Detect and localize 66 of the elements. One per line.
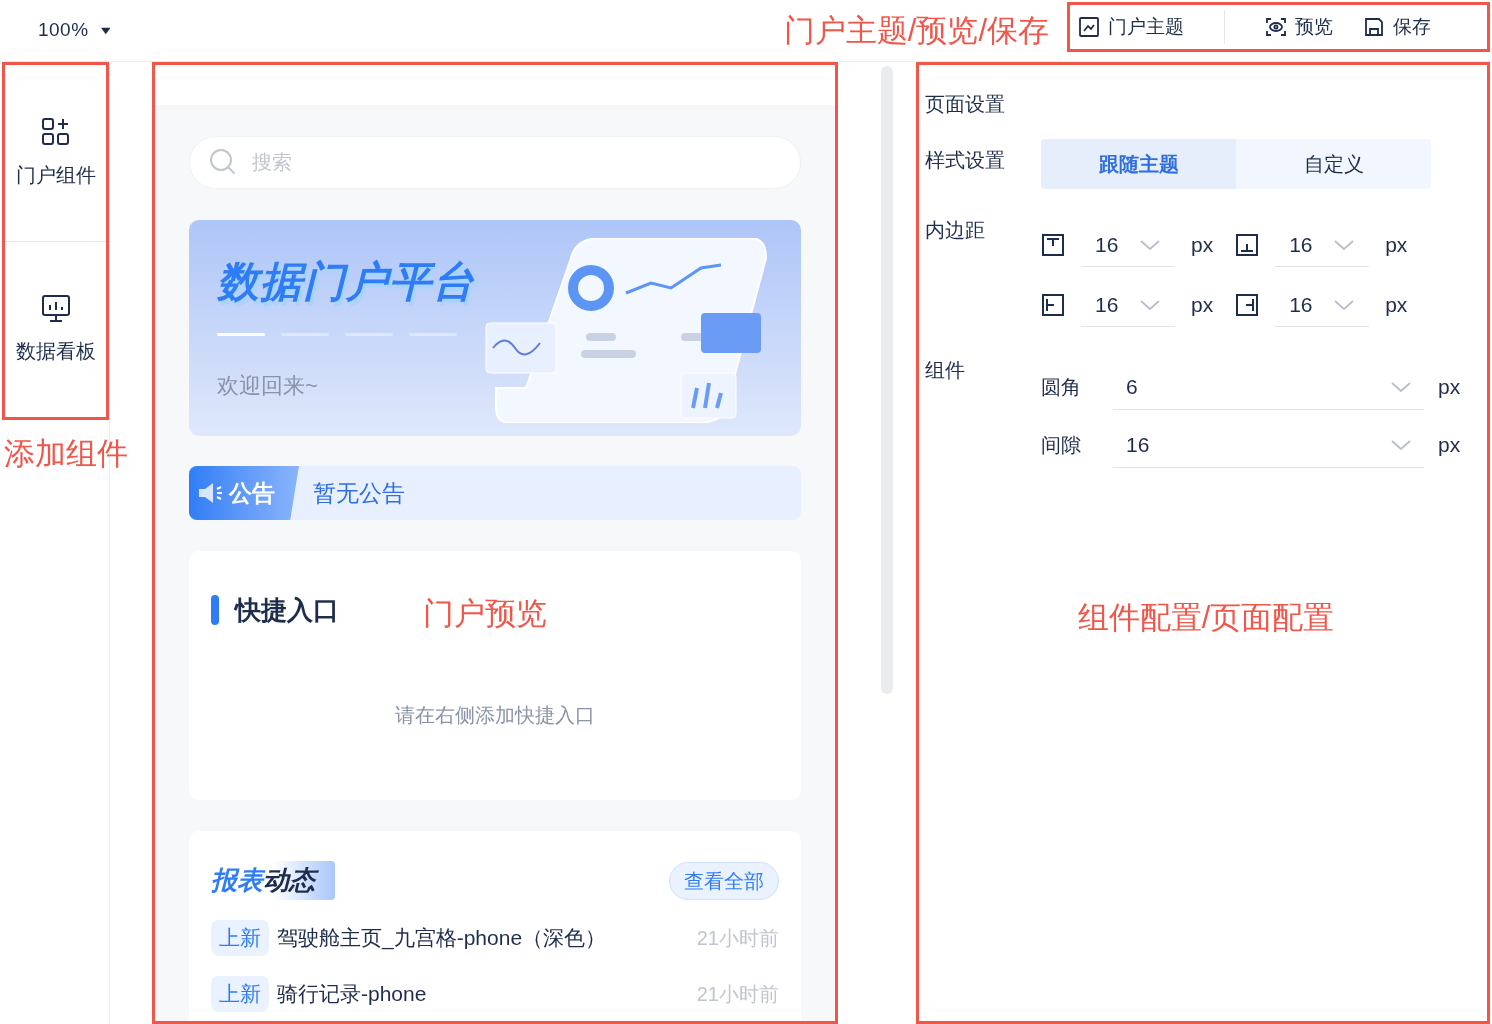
chevron-down-icon (1333, 238, 1356, 251)
zoom-level[interactable]: 100% (38, 16, 89, 45)
bar-chart-icon (39, 292, 72, 325)
caret-down-icon[interactable] (100, 26, 110, 35)
number-select[interactable]: 6 (1113, 364, 1424, 410)
new-tag: 上新 (211, 920, 269, 956)
unit-label: px (1385, 232, 1408, 259)
chevron-down-icon (1333, 298, 1356, 311)
chevron-down-icon (1139, 238, 1161, 251)
field-label: 圆角 (1041, 375, 1082, 400)
number-select[interactable]: 16 (1113, 422, 1424, 468)
banner-subtitle: 欢迎回来~ (217, 372, 319, 400)
speaker-icon (197, 481, 225, 505)
number-select[interactable]: 16 (1275, 223, 1370, 267)
field-label: 内边距 (925, 218, 986, 243)
field-label: 样式设置 (925, 148, 1006, 173)
chevron-down-icon (1390, 380, 1412, 393)
section-title: 快捷入口 (235, 593, 339, 627)
padding-side-icon (1235, 233, 1260, 257)
number-select[interactable]: 16 (1081, 283, 1175, 327)
annotation-label: 组件配置/页面配置 (1077, 599, 1335, 637)
title-accent-bar (211, 595, 219, 626)
annotation-label: 门户主题/预览/保存 (783, 12, 1049, 50)
empty-message: 请在右侧添加快捷入口 (395, 702, 595, 728)
search-field[interactable]: 搜索 (189, 136, 801, 189)
field-label: 间隙 (1041, 433, 1082, 458)
unit-label: px (1438, 432, 1461, 459)
padding-side-icon (1235, 293, 1260, 317)
grid-plus-icon (39, 115, 72, 148)
field-label: 组件 (925, 358, 966, 383)
report-name: 驾驶舱主页_九宫格-phone（深色） (277, 925, 608, 952)
chevron-down-icon (1390, 438, 1412, 451)
picture-frame-icon (1078, 16, 1100, 38)
sidebar-item[interactable]: 数据看板 (5, 241, 106, 417)
unit-label: px (1191, 292, 1214, 319)
eye-icon (1265, 16, 1287, 38)
unit-label: px (1438, 374, 1461, 401)
report-time: 21小时前 (696, 926, 779, 951)
report-name: 骑行记录-phone (277, 981, 428, 1008)
padding-side-icon (1041, 293, 1065, 317)
report-list-item[interactable]: 上新 骑行记录-phone 21小时前 (211, 976, 779, 1012)
new-tag: 上新 (211, 976, 269, 1012)
chevron-down-icon (1139, 298, 1161, 311)
toolbar-button[interactable]: 预览 (1265, 12, 1333, 42)
panel-title: 页面设置 (925, 92, 1006, 117)
segment-option[interactable]: 自定义 (1236, 139, 1431, 189)
report-list-item[interactable]: 上新 驾驶舱主页_九宫格-phone（深色） 21小时前 (211, 920, 779, 956)
toolbar-button[interactable]: 门户主题 (1078, 12, 1184, 42)
number-select[interactable]: 16 (1081, 223, 1175, 267)
toolbar-button[interactable]: 保存 (1363, 12, 1431, 42)
unit-label: px (1385, 292, 1408, 319)
annotation-label: 门户预览 (423, 595, 547, 633)
carousel-indicator[interactable] (217, 333, 265, 336)
notice-label: 公告 (189, 466, 299, 520)
annotation-label: 添加组件 (4, 435, 128, 473)
unit-label: px (1191, 232, 1214, 259)
report-time: 21小时前 (696, 982, 779, 1007)
notice-text: 暂无公告 (313, 478, 405, 508)
segment-option[interactable]: 跟随主题 (1041, 139, 1236, 189)
padding-side-icon (1041, 233, 1065, 257)
number-select[interactable]: 16 (1275, 283, 1370, 327)
section-title: 报表动态 (211, 861, 335, 900)
search-icon (209, 148, 237, 176)
banner-title: 数据门户平台 (217, 257, 476, 307)
sidebar-item[interactable]: 门户组件 (5, 65, 106, 242)
save-icon (1363, 16, 1385, 38)
